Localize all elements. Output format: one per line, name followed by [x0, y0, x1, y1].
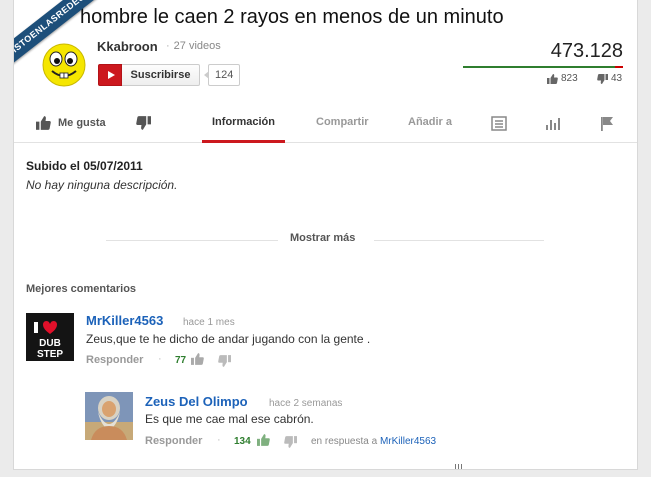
tab-statistics[interactable] — [545, 103, 561, 143]
comment-thumbs-up-icon[interactable] — [191, 353, 204, 365]
tab-information[interactable]: Información — [202, 103, 285, 143]
separator-dot: · — [158, 353, 162, 365]
scroll-grip-icon[interactable] — [454, 464, 464, 470]
stats-icon — [546, 117, 560, 130]
show-more-button[interactable]: Mostrar más — [290, 232, 355, 244]
separator-dot: · — [217, 434, 221, 446]
subscriber-count: 124 — [203, 64, 241, 86]
youtube-logo-icon[interactable] — [98, 64, 122, 86]
comments-header: Mejores comentarios — [26, 283, 137, 295]
video-count-text: 27 videos — [173, 40, 221, 52]
comment-thumbs-down-icon[interactable] — [218, 355, 231, 367]
flag-icon — [601, 116, 613, 131]
subscribe-button[interactable]: Suscribirse — [122, 64, 200, 86]
avatar-step-text: STEP — [37, 349, 63, 360]
reply-avatar[interactable] — [85, 392, 133, 440]
video-title: hombre le caen 2 rayos en menos de un mi… — [80, 6, 504, 28]
in-reply-to: en respuesta a MrKiller4563 — [311, 436, 436, 447]
like-count-text: 823 — [561, 73, 578, 84]
dislike-button[interactable] — [136, 103, 151, 143]
thumbs-down-icon — [597, 73, 608, 84]
channel-video-count: · 27 videos — [166, 40, 221, 52]
thumbs-down-icon — [136, 116, 151, 130]
like-ratio-bar — [463, 66, 623, 68]
transcript-icon — [491, 115, 507, 131]
reply-thumbs-down-icon[interactable] — [284, 436, 297, 448]
reply-button[interactable]: Responder — [86, 354, 143, 366]
reply-time: hace 2 semanas — [269, 398, 343, 409]
comment-text: Zeus,que te he dicho de andar jugando co… — [86, 332, 371, 346]
video-page: VISTOENLASREDES.COM hombre le caen 2 ray… — [13, 0, 638, 470]
comment-time: hace 1 mes — [183, 317, 235, 328]
reply-thumbs-up-icon[interactable] — [257, 434, 270, 446]
channel-avatar[interactable] — [40, 40, 88, 88]
thumbs-up-icon — [547, 73, 558, 84]
thumbs-up-icon — [36, 116, 51, 130]
dislike-count[interactable]: 43 — [597, 73, 622, 84]
upload-date: Subido el 05/07/2011 — [26, 159, 143, 173]
video-description: No hay ninguna descripción. — [26, 178, 178, 192]
comment-avatar[interactable]: DUB STEP — [26, 313, 74, 361]
reply-author[interactable]: Zeus Del Olimpo — [145, 394, 248, 409]
tab-share[interactable]: Compartir — [316, 103, 369, 143]
reply-votes: 134 — [234, 436, 251, 447]
like-button-label: Me gusta — [58, 117, 106, 129]
like-button[interactable]: Me gusta — [36, 103, 106, 143]
in-reply-link[interactable]: MrKiller4563 — [380, 436, 436, 447]
avatar-dub-text: DUB — [39, 338, 61, 349]
divider-left — [106, 240, 278, 241]
like-count[interactable]: 823 — [547, 73, 578, 84]
comment-author[interactable]: MrKiller4563 — [86, 313, 163, 328]
like-ratio-fill — [463, 66, 615, 68]
reply-reply-button[interactable]: Responder — [145, 435, 202, 447]
comment-votes: 77 — [175, 355, 187, 366]
view-count: 473.128 — [550, 40, 623, 62]
dislike-count-text: 43 — [611, 73, 623, 84]
tab-add-to[interactable]: Añadir a — [408, 103, 452, 143]
channel-name[interactable]: Kkabroon — [97, 39, 158, 54]
in-reply-prefix: en respuesta a — [311, 436, 378, 447]
divider-right — [374, 240, 544, 241]
action-tabs: Me gusta Información Compartir Añadir a — [14, 103, 637, 143]
reply-text: Es que me cae mal ese cabrón. — [145, 412, 314, 426]
tab-transcript[interactable] — [491, 103, 507, 143]
tab-report[interactable] — [600, 103, 614, 143]
